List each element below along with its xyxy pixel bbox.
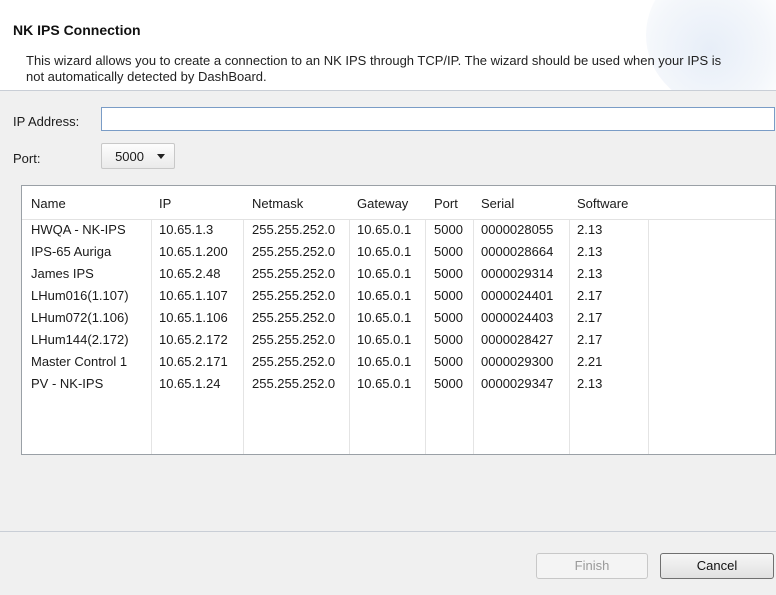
cell-software: 2.17: [577, 288, 603, 303]
ip-address-label: IP Address:: [13, 114, 80, 129]
cell-gateway: 10.65.0.1: [357, 332, 412, 347]
cell-name: LHum072(1.106): [31, 310, 129, 325]
cell-port: 5000: [434, 222, 463, 237]
column-header-gateway[interactable]: Gateway: [357, 196, 408, 211]
table-row[interactable]: IPS-65 Auriga 10.65.1.200 255.255.252.0 10.…: [22, 241, 775, 263]
table-row[interactable]: PV - NK-IPS 10.65.1.24 255.255.252.0 10.65.…: [22, 373, 775, 395]
table-row[interactable]: LHum144(2.172) 10.65.2.172 255.255.252.0 10…: [22, 329, 775, 351]
cell-serial: 0000028427: [481, 332, 554, 347]
cell-port: 5000: [434, 332, 463, 347]
cell-port: 5000: [434, 310, 463, 325]
port-label: Port:: [13, 151, 41, 166]
column-header-ip[interactable]: IP: [159, 196, 171, 211]
column-header-port[interactable]: Port: [434, 196, 458, 211]
cell-serial: 0000029347: [481, 376, 554, 391]
cell-gateway: 10.65.0.1: [357, 376, 412, 391]
column-header-software[interactable]: Software: [577, 196, 628, 211]
cell-serial: 0000024401: [481, 288, 554, 303]
cell-serial: 0000029314: [481, 266, 554, 281]
cell-netmask: 255.255.252.0: [252, 288, 336, 303]
cell-ip: 10.65.2.171: [159, 354, 228, 369]
column-header-name[interactable]: Name: [31, 196, 66, 211]
cell-port: 5000: [434, 266, 463, 281]
cell-ip: 10.65.1.106: [159, 310, 228, 325]
table-row[interactable]: Master Control 1 10.65.2.171 255.255.252.0…: [22, 351, 775, 373]
cell-ip: 10.65.1.200: [159, 244, 228, 259]
cell-gateway: 10.65.0.1: [357, 310, 412, 325]
cell-gateway: 10.65.0.1: [357, 354, 412, 369]
cell-name: Master Control 1: [31, 354, 128, 369]
chevron-down-icon[interactable]: [157, 154, 165, 159]
cell-name: HWQA - NK-IPS: [31, 222, 126, 237]
cell-gateway: 10.65.0.1: [357, 244, 412, 259]
cell-netmask: 255.255.252.0: [252, 332, 336, 347]
cell-gateway: 10.65.0.1: [357, 288, 412, 303]
cancel-button[interactable]: Cancel: [660, 553, 774, 579]
cell-name: IPS-65 Auriga: [31, 244, 112, 259]
cell-ip: 10.65.1.24: [159, 376, 221, 391]
cell-software: 2.17: [577, 310, 603, 325]
table-header: Name IP Netmask Gateway Port Serial Soft…: [22, 186, 775, 220]
cell-port: 5000: [434, 376, 463, 391]
wizard-title: NK IPS Connection: [13, 22, 141, 38]
cell-serial: 0000029300: [481, 354, 554, 369]
cell-port: 5000: [434, 288, 463, 303]
cell-port: 5000: [434, 354, 463, 369]
ip-address-input[interactable]: [101, 107, 775, 131]
cell-ip: 10.65.2.172: [159, 332, 228, 347]
column-header-netmask[interactable]: Netmask: [252, 196, 303, 211]
port-dropdown-value: 5000: [115, 149, 144, 164]
wizard-header: NK IPS Connection This wizard allows you…: [0, 0, 776, 90]
table-row[interactable]: James IPS 10.65.2.48 255.255.252.0 10.65.0.…: [22, 263, 775, 285]
cell-gateway: 10.65.0.1: [357, 266, 412, 281]
cell-netmask: 255.255.252.0: [252, 222, 336, 237]
cell-netmask: 255.255.252.0: [252, 266, 336, 281]
port-dropdown[interactable]: 5000: [101, 143, 175, 169]
table-row[interactable]: HWQA - NK-IPS 10.65.1.3 255.255.252.0 10.65…: [22, 219, 775, 241]
cell-software: 2.13: [577, 376, 603, 391]
cell-ip: 10.65.1.3: [159, 222, 214, 237]
cell-serial: 0000024403: [481, 310, 554, 325]
table-row[interactable]: LHum072(1.106) 10.65.1.106 255.255.252.0 10…: [22, 307, 775, 329]
cell-gateway: 10.65.0.1: [357, 222, 412, 237]
cell-ip: 10.65.2.48: [159, 266, 221, 281]
table-row[interactable]: LHum016(1.107) 10.65.1.107 255.255.252.0 10…: [22, 285, 775, 307]
cell-netmask: 255.255.252.0: [252, 376, 336, 391]
finish-button[interactable]: Finish: [536, 553, 648, 579]
cell-software: 2.13: [577, 266, 603, 281]
cell-serial: 0000028664: [481, 244, 554, 259]
cell-netmask: 255.255.252.0: [252, 244, 336, 259]
wizard-description: This wizard allows you to create a conne…: [26, 53, 722, 84]
cell-netmask: 255.255.252.0: [252, 310, 336, 325]
column-header-serial[interactable]: Serial: [481, 196, 514, 211]
cell-ip: 10.65.1.107: [159, 288, 228, 303]
cell-software: 2.13: [577, 244, 603, 259]
cell-software: 2.21: [577, 354, 603, 369]
cell-software: 2.13: [577, 222, 603, 237]
cell-port: 5000: [434, 244, 463, 259]
ips-device-table[interactable]: Name IP Netmask Gateway Port Serial Soft…: [21, 185, 776, 455]
cell-name: PV - NK-IPS: [31, 376, 104, 391]
cell-serial: 0000028055: [481, 222, 554, 237]
cell-software: 2.17: [577, 332, 603, 347]
cell-name: James IPS: [31, 266, 94, 281]
cell-name: LHum144(2.172): [31, 332, 129, 347]
cell-name: LHum016(1.107): [31, 288, 129, 303]
cell-netmask: 255.255.252.0: [252, 354, 336, 369]
